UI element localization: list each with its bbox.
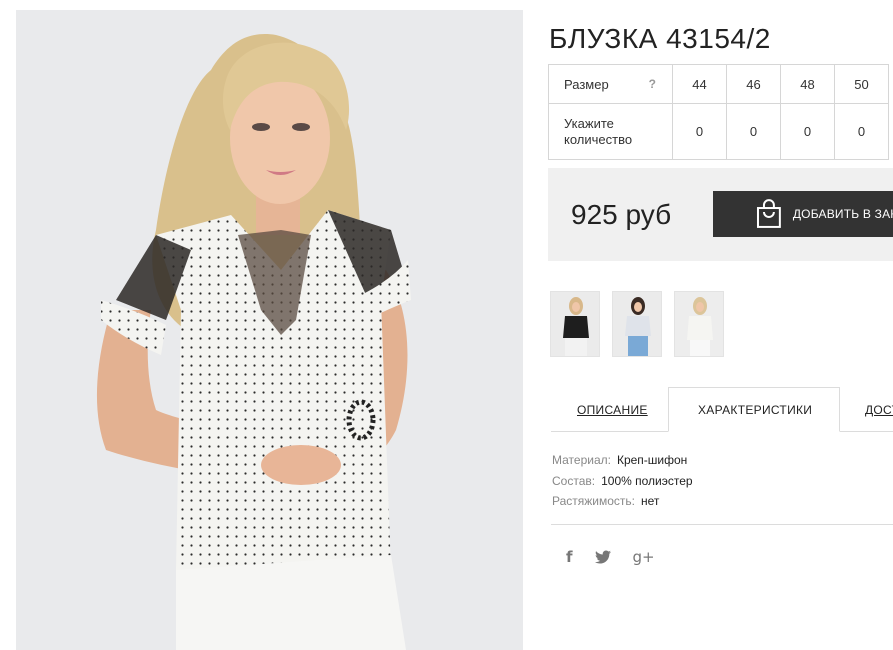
google-plus-icon[interactable]: g+ (633, 548, 655, 566)
characteristic-row: Состав: 100% полиэстер (552, 471, 693, 492)
shopping-bag-icon (756, 199, 781, 228)
product-price: 925 руб (571, 199, 672, 230)
characteristic-value: нет (641, 494, 660, 508)
facebook-icon[interactable]: f (566, 548, 573, 566)
product-main-photo[interactable] (16, 10, 523, 650)
tab-characteristics[interactable]: ХАРАКТЕРИСТИКИ (698, 403, 812, 417)
add-to-order-button[interactable]: ДОБАВИТЬ В ЗАКАЗ (713, 191, 893, 237)
quantity-label-line1: Укажите (564, 115, 614, 131)
tab-delivery[interactable]: ДОСТАВКА (865, 403, 893, 417)
size-option: 44 (672, 64, 727, 104)
quantity-label-line2: количество (564, 131, 633, 147)
quantity-input[interactable]: 0 (834, 103, 889, 160)
characteristic-value: Креп-шифон (616, 453, 688, 467)
quantity-input[interactable]: 0 (780, 103, 835, 160)
characteristic-key: Растяжимость: (552, 494, 636, 508)
section-divider (551, 524, 893, 525)
thumbnail-white-blouse-jeans[interactable] (612, 291, 662, 357)
characteristics-list: Материал: Креп-шифон Состав: 100% полиэсте… (552, 450, 693, 512)
size-option: 46 (726, 64, 781, 104)
characteristic-value: 100% полиэстер (601, 473, 693, 488)
quantity-label-cell: Укажите количество (548, 103, 673, 160)
thumbnail-polka-dot-blouse[interactable] (674, 291, 724, 357)
size-quantity-table: Размер ? 44 46 48 50 Укажите количество … (548, 64, 889, 160)
size-option: 50 (834, 64, 889, 104)
product-title: БЛУЗКА 43154/2 (549, 22, 771, 54)
characteristic-key: Состав: (552, 473, 596, 488)
characteristic-row: Материал: Креп-шифон (552, 450, 693, 471)
quantity-input[interactable]: 0 (726, 103, 781, 160)
characteristic-key: Материал: (552, 453, 611, 467)
size-label-cell: Размер ? (548, 64, 673, 104)
social-share: f g+ (566, 548, 677, 566)
tab-description[interactable]: ОПИСАНИЕ (577, 403, 648, 417)
thumbnail-strip (550, 291, 736, 357)
size-label: Размер (564, 76, 609, 92)
size-option: 48 (780, 64, 835, 104)
quantity-input[interactable]: 0 (672, 103, 727, 160)
thumbnail-black-blouse[interactable] (550, 291, 600, 357)
add-to-order-label: ДОБАВИТЬ В ЗАКАЗ (792, 207, 893, 221)
size-help-icon[interactable]: ? (649, 77, 656, 91)
price-box: 925 руб ДОБАВИТЬ В ЗАКАЗ (548, 168, 893, 261)
characteristic-row: Растяжимость: нет (552, 491, 693, 512)
twitter-icon[interactable] (594, 550, 611, 564)
